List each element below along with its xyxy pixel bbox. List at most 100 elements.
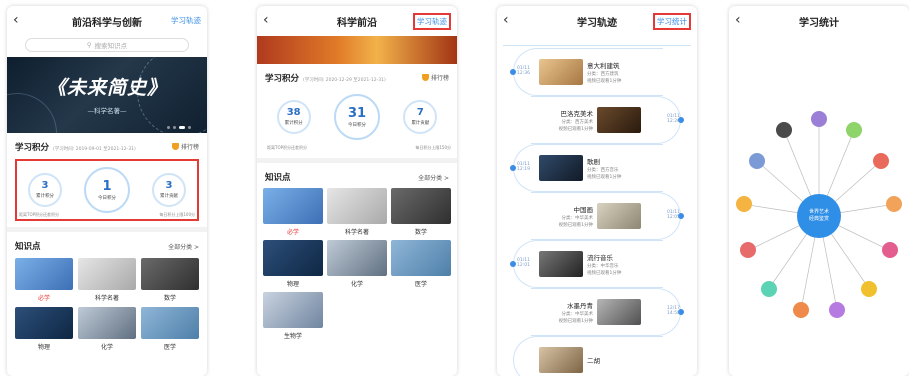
timeline-item[interactable]: 01/11 12:26 巴洛克美术 分类：西方美术 视频已观看1分钟 xyxy=(503,96,691,144)
timeline-item[interactable]: 二胡 xyxy=(503,336,691,376)
tile-medicine[interactable]: 医学 xyxy=(391,240,451,288)
tile-chemistry[interactable]: 化学 xyxy=(327,240,387,288)
learning-track-link[interactable]: 学习轨迹 xyxy=(171,15,201,26)
total-points: 38 累计积分 xyxy=(276,100,311,134)
divider xyxy=(7,227,207,232)
tile-thumbnail xyxy=(78,307,136,339)
item-thumbnail xyxy=(539,155,583,181)
search-icon: ⚲ xyxy=(86,41,92,49)
timeline-item[interactable]: 01/11 12:05 中国画 分类：中华美术 视频已观看1分钟 xyxy=(503,192,691,240)
learning-stats-link[interactable]: 学习统计 xyxy=(653,13,691,30)
navbar: ‹ 学习统计 xyxy=(729,6,909,36)
tile-biology[interactable]: 生物学 xyxy=(263,292,323,340)
tile-thumbnail xyxy=(263,240,323,276)
back-arrow-icon[interactable]: ‹ xyxy=(13,12,19,28)
category-node[interactable] xyxy=(861,280,878,297)
item-thumbnail xyxy=(597,203,641,229)
page-title: 学习轨迹 xyxy=(577,17,617,29)
tile-thumbnail xyxy=(327,240,387,276)
points-panel: 3 累计积分 1 今日积分 3 累计贡献 距离TOP积分还差积分 每日积分上限1… xyxy=(15,159,199,221)
page-title: 前沿科学与创新 xyxy=(72,17,142,29)
points-title: 学习积分 xyxy=(265,74,300,84)
contribution-points: 3 累计贡献 xyxy=(152,173,186,207)
item-thumbnail xyxy=(539,347,583,373)
tile-math[interactable]: 数学 xyxy=(391,188,451,236)
tile-physics[interactable]: 物理 xyxy=(263,240,323,288)
all-categories-link[interactable]: 全部分类 > xyxy=(418,173,449,182)
item-thumbnail xyxy=(597,107,641,133)
tile-thumbnail xyxy=(141,258,199,290)
knowledge-header: 知识点 全部分类 > xyxy=(7,240,207,252)
points-date: (学习时间: 2019-09-01 至2021-12-31) xyxy=(53,147,136,152)
back-arrow-icon[interactable]: ‹ xyxy=(263,12,269,28)
timeline-item[interactable]: 01/11 12:01 流行音乐 分类：中华音乐 视频已观看1分钟 xyxy=(503,240,691,288)
category-node[interactable] xyxy=(811,110,827,127)
points-date: (学习时间: 2020-12-29 至2021-12-31) xyxy=(303,78,386,83)
banner-subtitle: —科学名著— xyxy=(87,107,127,115)
tile-chemistry[interactable]: 化学 xyxy=(78,307,136,351)
search-placeholder: 搜索知识点 xyxy=(94,42,128,50)
ranking-link[interactable]: 排行榜 xyxy=(171,142,199,151)
banner-title: 《未来简史》 xyxy=(46,77,167,99)
tile-thumbnail xyxy=(78,258,136,290)
hub-node[interactable]: 世界艺术 经典鉴赏 xyxy=(797,194,841,238)
knowledge-grid: 必学 科学名著 数学 物理 化学 医学 生物学 xyxy=(257,188,457,340)
tile-thumbnail xyxy=(141,307,199,339)
timeline-item[interactable]: 01/11 12:19 歌剧 分类：西方音乐 视频已观看1分钟 xyxy=(503,144,691,192)
category-node[interactable] xyxy=(748,152,765,169)
tile-thumbnail xyxy=(391,188,451,224)
phone-screen-home: ‹ 前沿科学与创新 学习轨迹 ⚲ 搜索知识点 《未来简史》 —科学名著— 学习积… xyxy=(7,6,207,376)
points-notes: 距离TOP积分还差积分 每日积分上限150分 xyxy=(267,145,451,150)
item-thumbnail xyxy=(539,251,583,277)
tile-thumbnail xyxy=(263,188,323,224)
tile-thumbnail xyxy=(327,188,387,224)
search-input[interactable]: ⚲ 搜索知识点 xyxy=(25,38,189,52)
header-banner-image xyxy=(257,36,457,64)
navbar: ‹ 科学前沿 学习轨迹 xyxy=(257,6,457,36)
trophy-icon xyxy=(171,143,179,150)
back-arrow-icon[interactable]: ‹ xyxy=(503,12,509,28)
navbar: ‹ 前沿科学与创新 学习轨迹 xyxy=(7,6,207,36)
tile-science-classics[interactable]: 科学名著 xyxy=(78,258,136,302)
knowledge-title: 知识点 xyxy=(265,173,291,183)
knowledge-title: 知识点 xyxy=(15,242,41,252)
divider xyxy=(257,158,457,163)
knowledge-header: 知识点 全部分类 > xyxy=(257,171,457,183)
today-points: 31 今日积分 xyxy=(333,94,380,140)
all-categories-link[interactable]: 全部分类 > xyxy=(168,242,199,251)
navbar: ‹ 学习轨迹 学习统计 xyxy=(497,6,697,36)
category-node[interactable] xyxy=(846,121,863,138)
tile-thumbnail xyxy=(391,240,451,276)
item-thumbnail xyxy=(597,299,641,325)
page-title: 科学前沿 xyxy=(337,17,377,29)
category-node[interactable] xyxy=(760,280,777,297)
tile-physics[interactable]: 物理 xyxy=(15,307,73,351)
timeline-item[interactable]: 01/11 12:36 意大利建筑 分类：西方建筑 视频已观看1分钟 xyxy=(503,48,691,96)
carousel-dots xyxy=(167,126,191,129)
category-node[interactable] xyxy=(873,152,890,169)
tile-math[interactable]: 数学 xyxy=(141,258,199,302)
stage: ‹ 前沿科学与创新 学习轨迹 ⚲ 搜索知识点 《未来简史》 —科学名著— 学习积… xyxy=(0,0,909,376)
page-title: 学习统计 xyxy=(799,17,839,29)
points-title: 学习积分 xyxy=(15,143,50,153)
phone-screen-learning-track: ‹ 学习轨迹 学习统计 01/11 12:36 意大利建筑 分类：西方建筑 视频已观… xyxy=(497,6,697,376)
tile-thumbnail xyxy=(263,292,323,328)
points-header: 学习积分 (学习时间: 2019-09-01 至2021-12-31) 排行榜 xyxy=(7,141,207,153)
tile-thumbnail xyxy=(15,258,73,290)
tile-required[interactable]: 必学 xyxy=(15,258,73,302)
knowledge-grid: 必学 科学名著 数学 物理 化学 医学 xyxy=(7,258,207,351)
today-points: 1 今日积分 xyxy=(84,167,130,213)
ranking-link[interactable]: 排行榜 xyxy=(421,73,449,82)
timeline-item[interactable]: 12/17 14:58 水墨丹青 分类：中华美术 视频已观看1分钟 xyxy=(503,288,691,336)
points-notes: 距离TOP积分还差积分 每日积分上限100分 xyxy=(19,212,195,217)
tile-required[interactable]: 必学 xyxy=(263,188,323,236)
learning-track-link[interactable]: 学习轨迹 xyxy=(413,13,451,30)
tile-thumbnail xyxy=(15,307,73,339)
trophy-icon xyxy=(421,74,429,81)
phone-screen-science-frontier: ‹ 科学前沿 学习轨迹 学习积分 (学习时间: 2020-12-29 至2021… xyxy=(257,6,457,376)
category-node[interactable] xyxy=(775,121,792,138)
tile-medicine[interactable]: 医学 xyxy=(141,307,199,351)
banner[interactable]: 《未来简史》 —科学名著— xyxy=(7,57,207,133)
back-arrow-icon[interactable]: ‹ xyxy=(735,12,741,28)
tile-science-classics[interactable]: 科学名著 xyxy=(327,188,387,236)
